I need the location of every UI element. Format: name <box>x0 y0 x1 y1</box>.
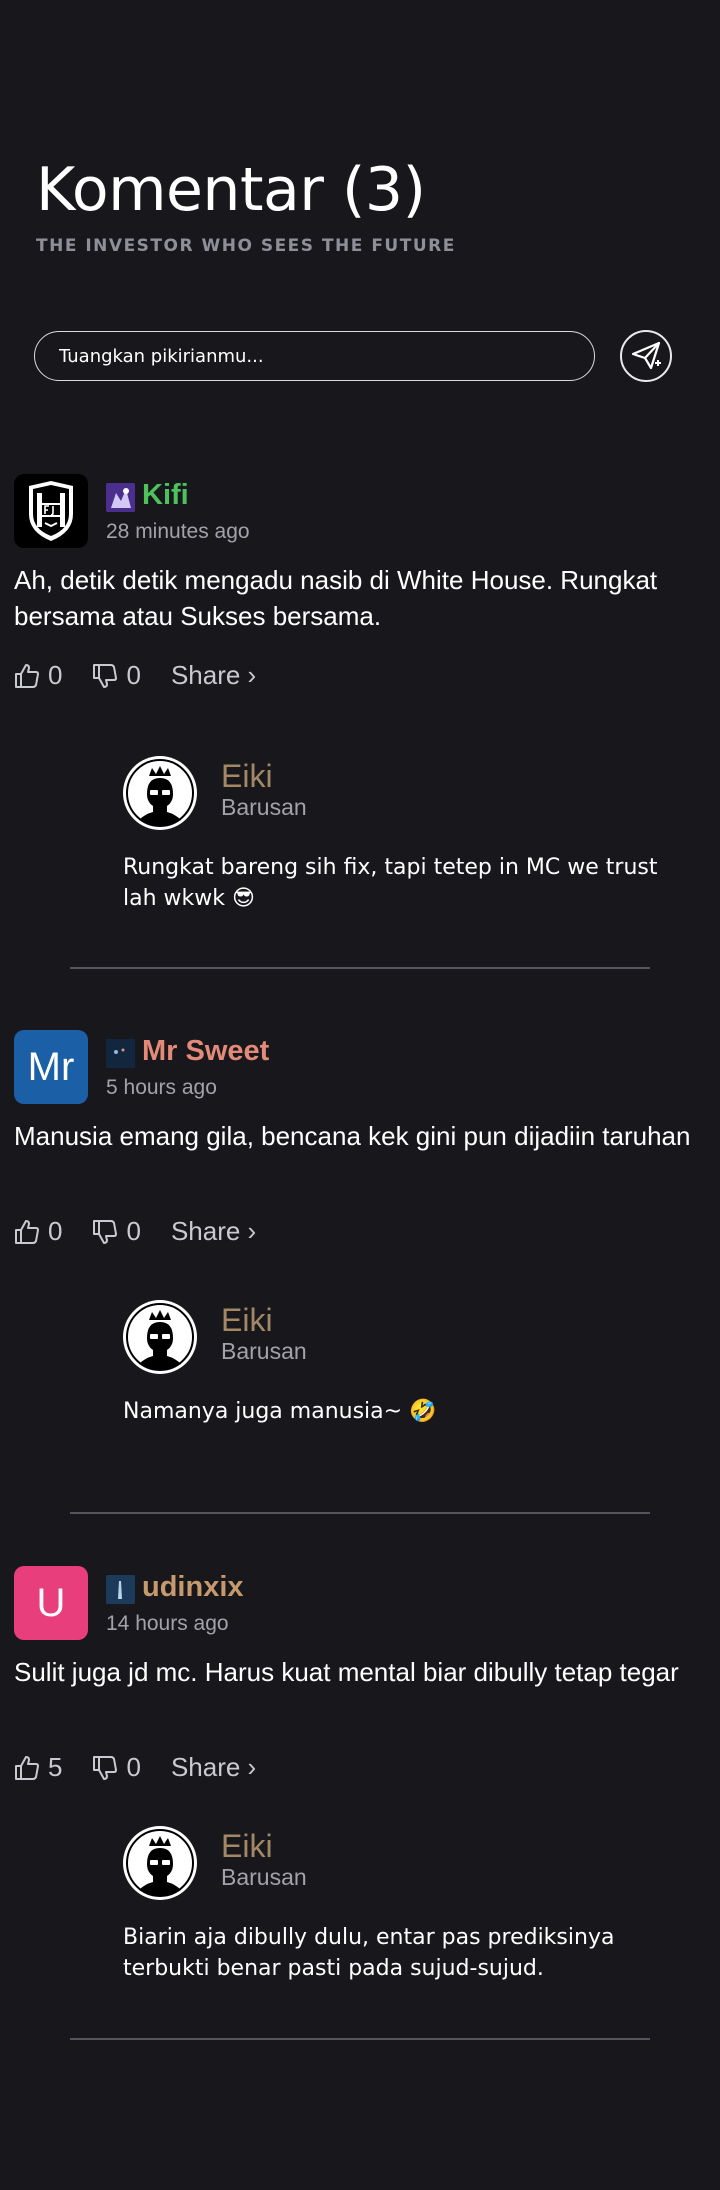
share-button[interactable]: Share › <box>171 1216 256 1247</box>
reply-avatar[interactable] <box>123 756 197 830</box>
reply-avatar[interactable] <box>123 1300 197 1374</box>
reply-text: Biarin aja dibully dulu, entar pas predi… <box>123 1925 615 1981</box>
comment-text: Ah, detik detik mengadu nasib di White H… <box>14 565 658 631</box>
send-button[interactable] <box>620 330 672 382</box>
thumbs-down-icon <box>93 1219 118 1244</box>
thumbs-up-icon <box>15 1755 39 1780</box>
share-button[interactable]: Share › <box>171 660 256 691</box>
dislike-button[interactable]: 0 <box>92 1216 141 1247</box>
thumbs-down-icon <box>93 1755 118 1780</box>
dislike-count: 0 <box>126 660 141 690</box>
comment-author[interactable]: udinxix <box>142 1570 244 1605</box>
thumbs-down-icon <box>93 663 118 688</box>
comment-input[interactable] <box>34 331 595 381</box>
reply-time: Barusan <box>221 1864 307 1890</box>
comment-author[interactable]: Kifi <box>142 478 189 513</box>
reply-author[interactable]: Eiki <box>221 758 273 795</box>
fjm-shield-logo-icon <box>29 481 73 541</box>
comment-text: Manusia emang gila, bencana kek gini pun… <box>14 1121 691 1151</box>
like-count: 5 <box>48 1752 63 1782</box>
thumbs-up-icon <box>15 663 39 688</box>
like-count: 0 <box>48 1216 63 1246</box>
divider <box>70 2038 650 2040</box>
comment-actions: 0 0 Share › <box>14 660 256 691</box>
dislike-count: 0 <box>126 1752 141 1782</box>
comment-actions: 0 0 Share › <box>14 1216 256 1247</box>
reply-time: Barusan <box>221 1338 307 1364</box>
comment-time: 5 hours ago <box>106 1076 217 1099</box>
avatar[interactable] <box>14 474 88 548</box>
like-button[interactable]: 5 <box>14 1752 62 1783</box>
dislike-button[interactable]: 0 <box>92 660 141 691</box>
like-button[interactable]: 0 <box>14 1216 62 1247</box>
avatar[interactable]: U <box>14 1566 88 1640</box>
reply-time: Barusan <box>221 794 307 820</box>
page-header: Komentar (3) THE INVESTOR WHO SEES THE F… <box>36 160 456 256</box>
avatar[interactable]: Mr <box>14 1030 88 1104</box>
user-badge <box>106 1575 135 1604</box>
like-count: 0 <box>48 660 63 690</box>
user-badge <box>106 1039 135 1068</box>
reply-author[interactable]: Eiki <box>221 1828 273 1865</box>
like-button[interactable]: 0 <box>14 660 62 691</box>
reply-author[interactable]: Eiki <box>221 1302 273 1339</box>
comment-time: 14 hours ago <box>106 1612 229 1635</box>
reply-avatar[interactable] <box>123 1826 197 1900</box>
divider <box>70 967 650 969</box>
dislike-button[interactable]: 0 <box>92 1752 141 1783</box>
reply-text: Rungkat bareng sih fix, tapi tetep in MC… <box>123 855 658 911</box>
paper-plane-icon <box>631 341 661 370</box>
king-avatar-icon <box>126 759 194 827</box>
share-button[interactable]: Share › <box>171 1752 256 1783</box>
comment-time: 28 minutes ago <box>106 520 250 543</box>
comment-text: Sulit juga jd mc. Harus kuat mental biar… <box>14 1657 679 1687</box>
dislike-count: 0 <box>126 1216 141 1246</box>
comment-actions: 5 0 Share › <box>14 1752 256 1783</box>
user-badge <box>106 483 135 512</box>
thumbs-up-icon <box>15 1219 39 1244</box>
page-subtitle: THE INVESTOR WHO SEES THE FUTURE <box>36 236 456 256</box>
reply-text: Namanya juga manusia~ 🤣 <box>123 1399 437 1424</box>
king-avatar-icon <box>126 1303 194 1371</box>
page-title: Komentar (3) <box>36 155 426 225</box>
king-avatar-icon <box>126 1829 194 1897</box>
comment-author[interactable]: Mr Sweet <box>142 1034 269 1069</box>
divider <box>70 1512 650 1514</box>
